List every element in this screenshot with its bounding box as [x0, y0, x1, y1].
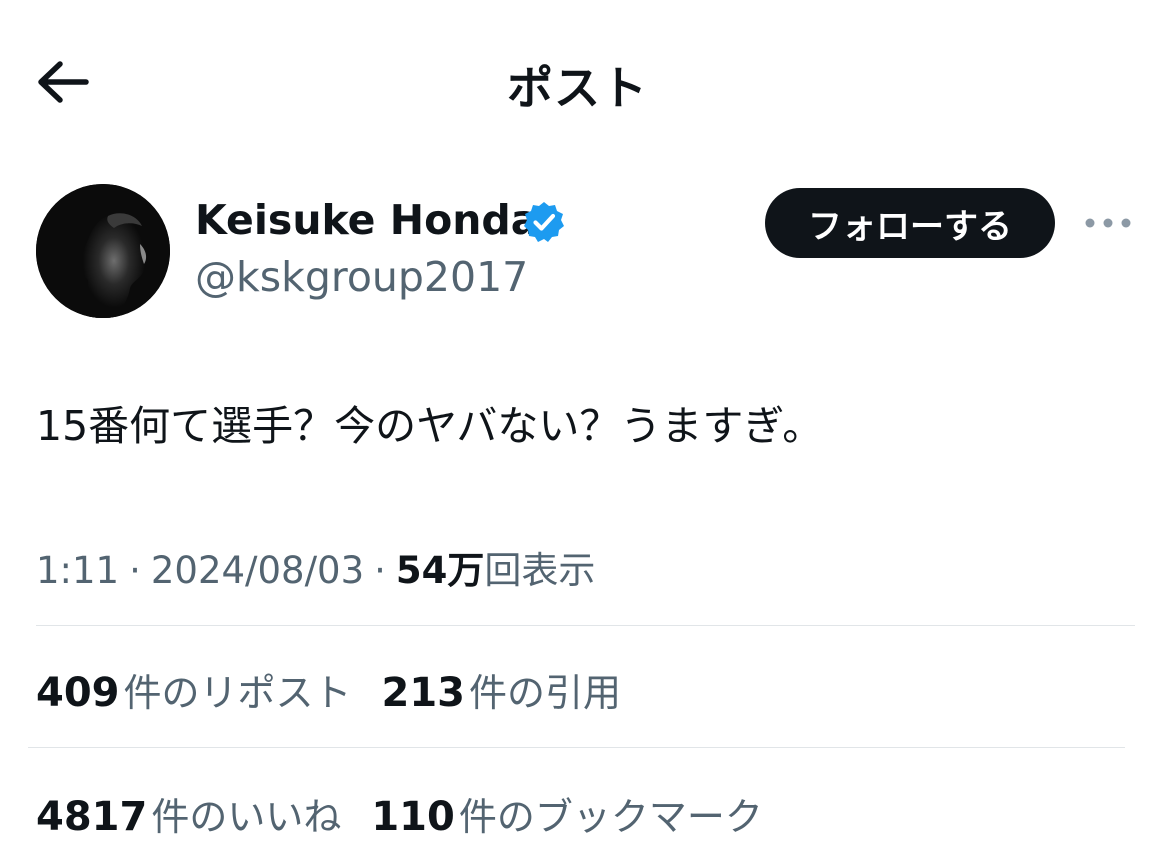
likes-label: 件のいいね [151, 795, 342, 839]
engagement-row: 409 件のリポスト 213 件の引用 [36, 662, 651, 717]
reposts-count: 409 [36, 670, 120, 716]
reposts-stat[interactable]: 409 件のリポスト [36, 662, 352, 717]
likes-count: 4817 [36, 794, 148, 840]
reposts-label: 件のリポスト [123, 671, 352, 715]
divider [28, 747, 1125, 748]
more-options-button[interactable] [1080, 200, 1136, 246]
engagement-row: 4817 件のいいね 110 件のブックマーク [36, 786, 793, 841]
post-meta: 1:11 · 2024/08/03 · 54万 回表示 [36, 540, 595, 594]
quotes-count: 213 [381, 670, 466, 716]
avatar-photo [36, 184, 170, 318]
verified-badge-icon [522, 200, 566, 244]
quotes-stat[interactable]: 213 件の引用 [382, 662, 622, 717]
meta-separator: · [374, 549, 386, 592]
bookmarks-label: 件のブックマーク [458, 795, 763, 839]
views-count: 54万 [395, 549, 485, 592]
post-date[interactable]: 2024/08/03 [151, 549, 364, 592]
meta-separator: · [129, 549, 141, 592]
quotes-label: 件の引用 [469, 671, 622, 715]
page-title: ポスト [507, 61, 648, 115]
post-time[interactable]: 1:11 [36, 549, 119, 592]
more-horizontal-icon [1085, 218, 1131, 228]
likes-stat[interactable]: 4817 件のいいね [36, 786, 341, 841]
post-text: 15番何て選手？今のヤバない？うますぎ。 [36, 402, 824, 450]
follow-button[interactable]: フォローする [765, 188, 1055, 258]
author-name[interactable]: Keisuke Honda [195, 196, 538, 244]
avatar[interactable] [36, 184, 170, 318]
bookmarks-count: 110 [371, 794, 455, 840]
bookmarks-stat[interactable]: 110 件のブックマーク [371, 786, 763, 841]
author-handle[interactable]: @kskgroup2017 [195, 253, 528, 301]
divider [36, 625, 1135, 626]
views-label: 回表示 [484, 549, 596, 592]
